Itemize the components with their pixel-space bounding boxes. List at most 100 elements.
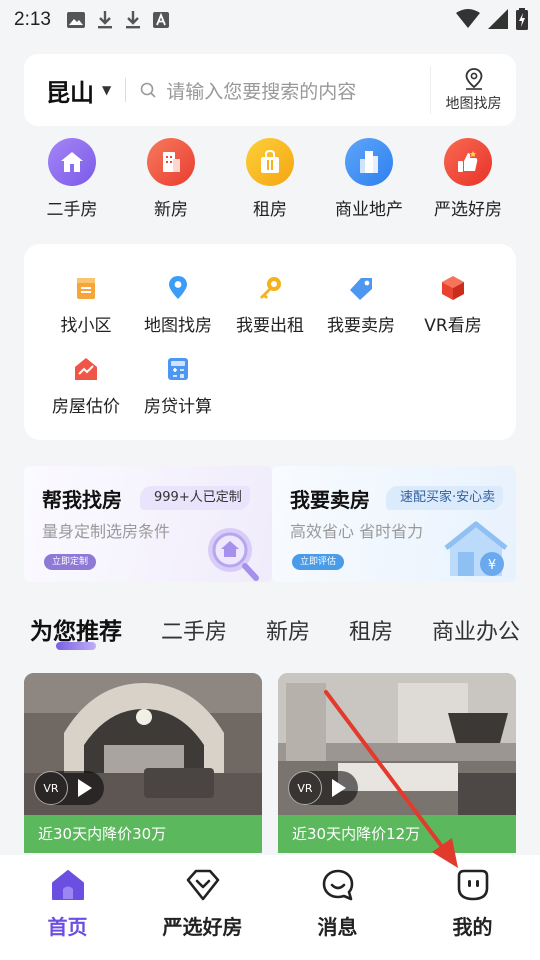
promo-subtitle: 量身定制选房条件 — [42, 522, 171, 541]
status-bar: 2:13 — [0, 0, 540, 40]
tool-label: 我要出租 — [236, 316, 304, 336]
calculator-icon — [164, 355, 192, 383]
tool-label: 我要卖房 — [327, 316, 395, 336]
tool-find-community[interactable]: 找小区 — [40, 274, 132, 336]
community-icon — [72, 274, 100, 302]
tool-mortgage-calc[interactable]: 房贷计算 — [132, 355, 224, 417]
house-yuan-icon: ¥ — [444, 521, 508, 576]
tool-label: 房屋估价 — [52, 397, 120, 417]
vr-badge[interactable]: VR — [34, 771, 104, 805]
notification-icons — [66, 11, 169, 29]
promo-sell-house[interactable]: 我要卖房 速配买家·安心卖 高效省心 省时省力 立即评估 ¥ — [272, 466, 516, 582]
category-second-hand[interactable]: 二手房 — [24, 138, 120, 220]
tab-second-hand[interactable]: 二手房 — [161, 614, 227, 646]
nav-label: 我的 — [452, 915, 493, 939]
category-selected[interactable]: 严选好房 — [420, 138, 516, 220]
nav-messages[interactable]: 消息 — [270, 855, 405, 960]
search-bar: 昆山 ▼ 请输入您要搜索的内容 地图找房 — [24, 54, 516, 126]
system-icons — [456, 8, 528, 30]
download-icon — [125, 11, 140, 29]
tab-recommend[interactable]: 为您推荐 — [30, 612, 122, 650]
city-selector[interactable]: 昆山 ▼ — [46, 73, 111, 108]
promo-title: 我要卖房 — [290, 488, 370, 512]
key-icon — [256, 274, 284, 302]
tab-rent[interactable]: 租房 — [349, 614, 393, 646]
recommend-tabs: 为您推荐 二手房 新房 租房 商业办公 — [30, 612, 520, 650]
promo-tag: 速配买家·安心卖 — [386, 486, 504, 510]
tag-icon — [347, 274, 375, 302]
category-label: 租房 — [253, 200, 287, 220]
nav-label: 消息 — [317, 915, 358, 939]
cube-icon — [439, 274, 467, 302]
building-icon — [147, 138, 195, 186]
font-icon — [152, 12, 169, 28]
tab-label: 为您推荐 — [30, 619, 122, 645]
magnifier-house-icon — [208, 528, 259, 581]
tool-label: VR看房 — [424, 316, 482, 336]
play-icon — [332, 779, 346, 797]
trend-icon — [72, 355, 100, 383]
thumbs-up-icon — [444, 138, 492, 186]
tool-sell-house[interactable]: 我要卖房 — [315, 274, 407, 336]
bottom-nav: 首页 严选好房 消息 我的 — [0, 855, 540, 960]
profile-icon — [453, 865, 493, 905]
nav-label: 严选好房 — [162, 915, 243, 939]
image-icon — [66, 12, 85, 28]
category-label: 严选好房 — [434, 200, 502, 220]
category-rent[interactable]: 租房 — [222, 138, 318, 220]
download-icon — [97, 11, 112, 29]
city-name: 昆山 — [46, 78, 94, 107]
promo-evaluate-button[interactable]: 立即评估 — [292, 554, 345, 570]
home-icon — [48, 138, 96, 186]
category-new-home[interactable]: 新房 — [123, 138, 219, 220]
vr-icon: VR — [34, 771, 68, 805]
location-pin-icon — [164, 274, 192, 302]
search-placeholder: 请输入您要搜索的内容 — [166, 80, 357, 103]
tool-label: 地图找房 — [144, 316, 212, 336]
price-drop-banner: 近30天内降价30万 — [24, 815, 262, 853]
chat-icon — [318, 865, 358, 905]
promo-find-house[interactable]: 帮我找房 999+人已定制 量身定制选房条件 立即定制 — [24, 466, 272, 582]
tool-label: 房贷计算 — [144, 397, 212, 417]
wifi-icon — [456, 9, 480, 28]
promo-subtitle: 高效省心 省时省力 — [290, 522, 424, 541]
tab-commercial-office[interactable]: 商业办公 — [432, 614, 520, 646]
play-icon — [78, 779, 92, 797]
search-input[interactable]: 请输入您要搜索的内容 — [140, 77, 430, 104]
category-commercial[interactable]: 商业地产 — [321, 138, 417, 220]
map-search-label: 地图找房 — [445, 95, 502, 112]
tool-map-search[interactable]: 地图找房 — [132, 274, 224, 336]
tool-label: 找小区 — [60, 316, 112, 336]
nav-selected[interactable]: 严选好房 — [135, 855, 270, 960]
search-icon — [140, 82, 156, 98]
promo-tag: 999+人已定制 — [140, 486, 250, 510]
map-search-button[interactable]: 地图找房 — [430, 66, 516, 114]
home-icon — [48, 865, 88, 905]
office-icon — [345, 138, 393, 186]
svg-text:¥: ¥ — [488, 558, 496, 573]
nav-label: 首页 — [47, 915, 88, 939]
nav-profile[interactable]: 我的 — [405, 855, 540, 960]
tab-new-home[interactable]: 新房 — [266, 614, 310, 646]
category-label: 新房 — [154, 200, 188, 220]
tool-rent-out[interactable]: 我要出租 — [224, 274, 316, 336]
vr-icon: VR — [288, 771, 322, 805]
tool-valuation[interactable]: 房屋估价 — [40, 355, 132, 417]
price-drop-banner: 近30天内降价12万 — [278, 815, 516, 853]
vr-badge[interactable]: VR — [288, 771, 358, 805]
caret-down-icon: ▼ — [102, 83, 112, 97]
listing-card[interactable]: VR 近30天内降价12万 — [278, 673, 516, 853]
shield-check-icon — [183, 865, 223, 905]
category-label: 商业地产 — [335, 200, 403, 220]
listing-card[interactable]: VR 近30天内降价30万 — [24, 673, 262, 853]
promo-customize-button[interactable]: 立即定制 — [44, 554, 97, 570]
bag-icon — [246, 138, 294, 186]
tools-panel: 找小区 地图找房 我要出租 我要卖房 VR看房 房屋估价 房贷计算 — [24, 244, 516, 440]
nav-home[interactable]: 首页 — [0, 855, 135, 960]
status-time: 2:13 — [14, 9, 51, 30]
battery-icon — [516, 8, 528, 30]
promo-title: 帮我找房 — [42, 488, 122, 512]
category-label: 二手房 — [46, 200, 98, 220]
map-pin-icon — [465, 67, 482, 90]
tool-vr-view[interactable]: VR看房 — [407, 274, 499, 336]
